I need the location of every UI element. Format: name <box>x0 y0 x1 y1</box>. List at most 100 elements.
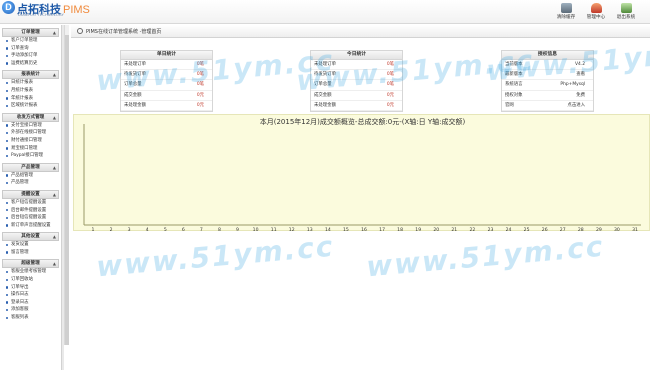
sidebar-menu-item[interactable]: 新订单声音提醒设置 <box>0 222 61 230</box>
sidebar-menu-item[interactable]: 区域统计报表 <box>0 102 61 110</box>
collapse-arrow-icon[interactable]: ▲ <box>53 114 56 121</box>
collapse-arrow-icon[interactable]: ▲ <box>53 29 56 36</box>
stat-value: 0笔 <box>196 82 204 88</box>
sidebar-menu-label: 发货设置 <box>11 242 29 248</box>
tab-title[interactable]: PIMS在线订单管理系统 -管理首页 <box>86 28 161 35</box>
bullet-icon <box>6 54 9 58</box>
sidebar-menu-item[interactable]: 日统计报表 <box>0 79 61 87</box>
stat-label: 订单总量 <box>314 82 332 88</box>
sidebar-menu-item[interactable]: 订单回收站 <box>0 276 61 284</box>
sidebar-menu-label: 月统计报表 <box>11 87 33 93</box>
daily-stats-panel: 单日统计 未处理订单 0笔 待发货订单 0笔 订单总量 0笔 成交金额 0元 未处理金额 0元 <box>120 50 213 112</box>
logout-button[interactable]: 退出系统 <box>613 3 639 23</box>
x-tick-label: 2 <box>110 227 113 232</box>
stat-label: 最新版本 <box>505 72 523 78</box>
sidebar-menu-item[interactable]: 手动添加订单 <box>0 52 61 60</box>
bullet-icon <box>6 243 9 247</box>
sidebar-menu-item[interactable]: 后台邮件提醒设置 <box>0 207 61 215</box>
sidebar-menu-item[interactable]: 产品组管理 <box>0 172 61 180</box>
collapse-arrow-icon[interactable]: ▲ <box>53 260 56 267</box>
scrollbar-thumb[interactable] <box>65 35 69 345</box>
stat-value: 0笔 <box>386 62 394 67</box>
sidebar-section-header[interactable]: 订单管理 ▲ <box>2 28 59 37</box>
sidebar-menu-item[interactable]: 月统计报表 <box>0 87 61 95</box>
sidebar-menu-item[interactable]: 订单查询 <box>0 45 61 53</box>
bullet-icon <box>6 181 9 185</box>
bullet-icon <box>6 174 9 177</box>
clear-cache-button[interactable]: 清除缓存 <box>553 3 579 23</box>
sidebar-menu-item[interactable]: 留言管理 <box>0 249 61 257</box>
x-tick-label: 31 <box>632 227 638 232</box>
sidebar-menu-item[interactable]: 客户短信提醒设置 <box>0 199 61 207</box>
x-tick-label: 19 <box>415 227 421 232</box>
stat-label: 成交金额 <box>124 92 142 98</box>
sidebar-menu-item[interactable]: 产品管理 <box>0 179 61 187</box>
stat-value: 0元 <box>196 92 204 98</box>
logo-icon: D <box>2 1 15 14</box>
stat-row: 成交金额 0元 <box>311 91 402 101</box>
logout-label: 退出系统 <box>616 15 636 20</box>
sidebar-menu-item[interactable]: 运费结算历史 <box>0 60 61 68</box>
stat-row: 成交金额 0元 <box>121 91 212 101</box>
sidebar-menu-item[interactable]: 支付宝接口管理 <box>0 122 61 130</box>
tab-bar: PIMS在线订单管理系统 -管理首页 <box>71 25 650 38</box>
clear-cache-label: 清除缓存 <box>556 15 576 20</box>
sidebar-section-header[interactable]: 产品管理 ▲ <box>2 162 59 172</box>
x-tick-label: 4 <box>146 227 149 232</box>
stat-row: 当前版本 V4.2 <box>502 60 593 71</box>
sidebar-menu-label: 留言管理 <box>11 249 29 255</box>
sidebar-scrollbar[interactable] <box>64 25 69 345</box>
sidebar-section-header[interactable]: 提醒设置 ▲ <box>2 189 59 199</box>
sidebar-menu-item[interactable]: 易宝接口管理 <box>0 145 61 153</box>
sidebar-menu-item[interactable]: 财付通接口管理 <box>0 137 61 145</box>
bullet-icon <box>6 124 9 127</box>
collapse-arrow-icon[interactable]: ▲ <box>53 191 56 198</box>
stat-link[interactable]: 查看 <box>576 70 585 80</box>
admin-center-button[interactable]: 管理中心 <box>583 3 609 23</box>
sidebar-section-header[interactable]: 超级管理 ▲ <box>2 259 59 269</box>
sidebar-menu-item[interactable]: 发货设置 <box>0 241 61 249</box>
trash-icon <box>560 3 572 13</box>
stat-row: 未处理订单 0笔 <box>311 60 402 71</box>
sidebar-menu-item[interactable]: 订单导出 <box>0 284 61 292</box>
sidebar-menu-item[interactable]: 客服列表 <box>0 314 61 322</box>
sidebar-section-header[interactable]: 其他设置 ▲ <box>2 232 59 242</box>
exit-door-icon <box>620 3 632 13</box>
bullet-icon <box>6 104 9 108</box>
panel-title: 授权信息 <box>502 51 593 60</box>
sidebar-section-header[interactable]: 报表统计 ▲ <box>2 70 59 80</box>
stat-value: 0元 <box>386 92 394 98</box>
x-tick-label: 18 <box>397 227 403 232</box>
collapse-arrow-icon[interactable]: ▲ <box>53 233 56 240</box>
x-tick-label: 29 <box>596 227 602 232</box>
sidebar-menu-item[interactable]: 外部在线接口管理 <box>0 129 61 137</box>
stat-label: 系统语言 <box>505 82 523 88</box>
sidebar-menu-item[interactable]: 后台短信提醒设置 <box>0 214 61 222</box>
stat-label: 未处理订单 <box>124 62 146 67</box>
brand-subtitle: DIANTUO TECHNOLOGY <box>18 13 65 17</box>
sidebar-menu-item[interactable]: 操作日志 <box>0 291 61 299</box>
sidebar-menu-item[interactable]: 客服业绩考核管理 <box>0 268 61 276</box>
sidebar-menu-label: 客服列表 <box>11 315 29 321</box>
sidebar-section-title: 报表统计 <box>21 72 40 78</box>
sidebar-menu-label: 财付通接口管理 <box>11 137 42 143</box>
main-content: PIMS在线订单管理系统 -管理首页 单日统计 未处理订单 0笔 待发货订单 0笔 订单总… <box>71 25 650 370</box>
bullet-icon <box>6 209 9 212</box>
sidebar-section-header[interactable]: 收发方式管理 ▲ <box>2 112 59 122</box>
sidebar-menu-item[interactable]: 登录日志 <box>0 299 61 307</box>
stat-link[interactable]: 点击进入 <box>567 101 585 111</box>
bullet-icon <box>6 39 9 42</box>
sidebar-menu-item[interactable]: 年统计报表 <box>0 95 61 103</box>
sidebar-menu-item[interactable]: 添加客服 <box>0 306 61 314</box>
sidebar-menu-label: 日统计报表 <box>11 80 33 86</box>
stat-row: 系统语言 Php+Mysql <box>502 80 593 91</box>
stat-row: 未处理订单 0笔 <box>121 60 212 71</box>
collapse-arrow-icon[interactable]: ▲ <box>53 164 56 171</box>
x-tick-label: 15 <box>343 227 349 232</box>
stat-label: 待发货订单 <box>314 72 336 78</box>
sidebar-menu-item[interactable]: 客户订单管理 <box>0 37 61 45</box>
bullet-icon <box>6 271 9 274</box>
sidebar-menu-label: 客户订单管理 <box>11 38 38 43</box>
collapse-arrow-icon[interactable]: ▲ <box>53 71 56 78</box>
sidebar-menu-item[interactable]: Paypal接口管理 <box>0 152 61 160</box>
